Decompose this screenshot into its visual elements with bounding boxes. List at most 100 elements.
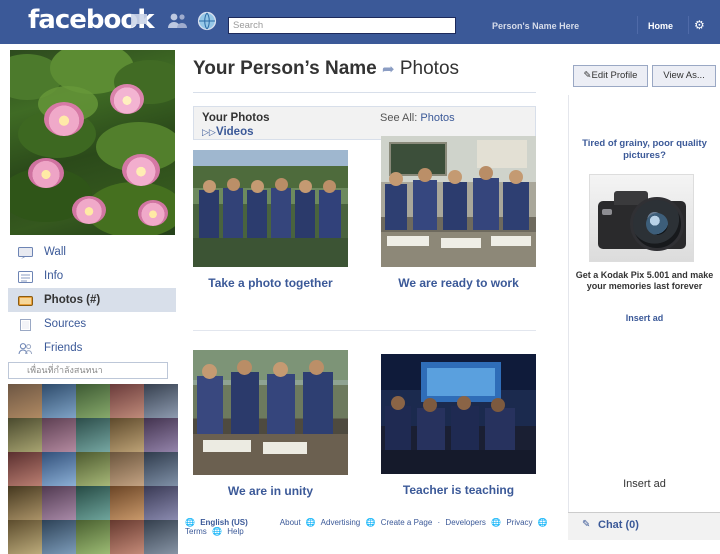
info-icon xyxy=(18,269,33,283)
photos-icon xyxy=(18,293,33,307)
photo-thumbnail[interactable] xyxy=(193,150,348,267)
footer-separator: · xyxy=(437,518,441,527)
see-all-photos: See All: Photos xyxy=(380,112,455,124)
friend-row xyxy=(8,520,178,554)
footer-link-privacy[interactable]: Privacy xyxy=(506,518,532,527)
ad-insert-link[interactable]: Insert ad xyxy=(573,313,716,323)
footer-globe-icon: 🌐 xyxy=(305,518,316,527)
wall-icon xyxy=(18,245,33,259)
pencil-icon: ✎ xyxy=(583,70,592,81)
friend-thumb[interactable] xyxy=(8,384,42,418)
photo-caption[interactable]: Teacher is teaching xyxy=(381,483,536,497)
footer-globe-icon: 🌐 xyxy=(365,518,376,527)
your-photos-label: Your Photos xyxy=(202,112,270,124)
photo-thumbnail[interactable] xyxy=(381,136,536,267)
see-all-photos-link[interactable]: Photos xyxy=(420,112,454,124)
friend-thumb[interactable] xyxy=(144,418,178,452)
sidebar-item-photos[interactable]: Photos (#) xyxy=(8,288,176,312)
ad-image[interactable] xyxy=(589,174,694,262)
photo-cell: Teacher is teaching xyxy=(381,354,536,497)
friend-thumb[interactable] xyxy=(76,520,110,554)
home-link[interactable]: Home xyxy=(648,21,673,31)
ad-headline: Tired of grainy, poor quality pictures? xyxy=(582,138,707,161)
friend-thumb[interactable] xyxy=(76,452,110,486)
sources-icon xyxy=(18,317,33,331)
sidebar-item-label-info: Info xyxy=(44,270,64,282)
page-title-section: Photos xyxy=(399,58,460,79)
friend-row xyxy=(8,452,178,486)
friend-thumb[interactable] xyxy=(76,384,110,418)
profile-name-link[interactable]: Person's Name Here xyxy=(492,21,579,31)
students-at-desks-in-classroom xyxy=(381,136,536,267)
sidebar-item-label-wall: Wall xyxy=(44,246,66,258)
footer-globe-icon: 🌐 xyxy=(537,518,548,527)
arrow-icon: ➦ xyxy=(382,61,395,78)
friend-thumb[interactable] xyxy=(76,418,110,452)
page-title-person: Your Person’s Name xyxy=(193,58,377,79)
sidebar-item-info[interactable]: Info xyxy=(8,264,176,288)
friend-thumb[interactable] xyxy=(144,384,178,418)
friend-thumb[interactable] xyxy=(8,418,42,452)
sidebar-item-sources[interactable]: Sources xyxy=(8,312,176,336)
friend-thumb[interactable] xyxy=(8,486,42,520)
footer-link-advertising[interactable]: Advertising xyxy=(321,518,361,527)
chat-label[interactable]: Chat (0) xyxy=(598,519,639,531)
friend-thumb[interactable] xyxy=(110,520,144,554)
footer-globe-icon: 🌐 xyxy=(491,518,502,527)
footer-link-create-page[interactable]: Create a Page xyxy=(381,518,433,527)
friend-thumb[interactable] xyxy=(42,486,76,520)
nav-divider-1 xyxy=(637,16,638,34)
photo-caption[interactable]: We are ready to work xyxy=(381,276,536,290)
profile-picture[interactable] xyxy=(10,50,175,235)
friend-thumb[interactable] xyxy=(42,418,76,452)
sidebar-item-wall[interactable]: Wall xyxy=(8,240,176,264)
friend-thumb[interactable] xyxy=(42,452,76,486)
footer-link-developers[interactable]: Developers xyxy=(445,518,485,527)
facebook-profile-page: facebook Search Person's Name Here Home … xyxy=(0,0,720,554)
friend-thumb[interactable] xyxy=(110,486,144,520)
friends-thumbnail-grid xyxy=(8,384,178,554)
view-as-button[interactable]: View As... xyxy=(652,65,716,87)
friend-thumb[interactable] xyxy=(76,486,110,520)
friend-thumb[interactable] xyxy=(144,486,178,520)
title-divider xyxy=(193,92,536,93)
friend-thumb[interactable] xyxy=(42,384,76,418)
friend-search-input[interactable]: เพื่อนที่กำลังสนทนา xyxy=(8,362,168,379)
photo-cell: We are in unity xyxy=(193,350,348,498)
friend-thumb[interactable] xyxy=(110,452,144,486)
gear-icon[interactable]: ⚙ xyxy=(694,18,705,32)
water-lily-photo xyxy=(10,50,175,235)
friend-thumb[interactable] xyxy=(144,452,178,486)
photo-caption[interactable]: We are in unity xyxy=(193,484,348,498)
footer-link-terms[interactable]: Terms xyxy=(185,527,207,536)
photo-thumbnail[interactable] xyxy=(193,350,348,475)
photo-thumbnail[interactable] xyxy=(381,354,536,474)
sidebar-item-label-photos: Photos (#) xyxy=(44,294,101,306)
ad-insert-link-secondary[interactable]: Insert ad xyxy=(573,478,716,490)
photos-header-bar: Your Photos ▷▷ Videos See All: Photos xyxy=(193,106,536,140)
messages-icon[interactable] xyxy=(130,11,152,31)
friend-row xyxy=(8,384,178,418)
classroom-with-projector-screen xyxy=(381,354,536,474)
ad-body-text: Get a Kodak Pix 5.001 and make your memo… xyxy=(575,270,714,291)
footer-link-about[interactable]: About xyxy=(280,518,301,527)
friend-thumb[interactable] xyxy=(110,384,144,418)
chat-bar[interactable] xyxy=(568,512,720,540)
footer-language[interactable]: English (US) xyxy=(200,518,248,527)
friend-thumb[interactable] xyxy=(144,520,178,554)
photo-caption[interactable]: Take a photo together xyxy=(193,276,348,290)
friend-thumb[interactable] xyxy=(110,418,144,452)
friend-thumb[interactable] xyxy=(8,520,42,554)
search-input[interactable]: Search xyxy=(228,17,456,34)
group-of-students-outdoors xyxy=(193,150,348,267)
friend-thumb[interactable] xyxy=(8,452,42,486)
page-title: Your Person’s Name ➦ Photos xyxy=(193,58,560,80)
chat-icon: ✎ xyxy=(582,519,591,530)
edit-profile-button[interactable]: ✎Edit Profile xyxy=(573,65,648,87)
friend-thumb[interactable] xyxy=(42,520,76,554)
sidebar-item-friends[interactable]: Friends xyxy=(8,336,176,360)
footer-link-help[interactable]: Help xyxy=(227,527,243,536)
videos-link[interactable]: Videos xyxy=(202,126,254,138)
friend-requests-icon[interactable] xyxy=(167,11,189,31)
notifications-globe-icon[interactable] xyxy=(196,11,218,31)
